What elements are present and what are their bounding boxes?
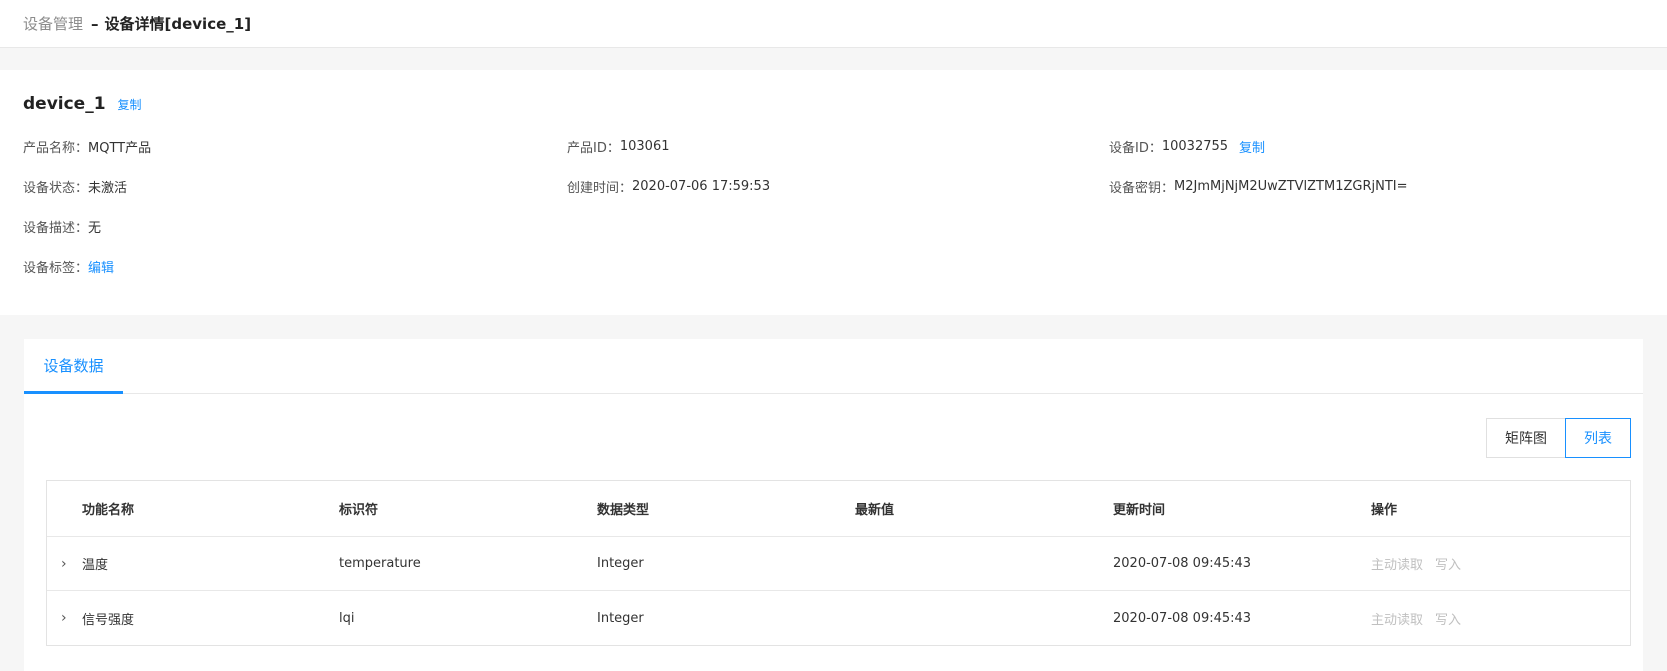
field-label: 产品名称： bbox=[23, 141, 89, 156]
copy-device-name-button[interactable]: 复制 bbox=[118, 96, 142, 113]
field-value: 无 bbox=[88, 221, 102, 236]
tab-device-data[interactable]: 设备数据 bbox=[24, 339, 123, 394]
read-button[interactable]: 主动读取 bbox=[1371, 609, 1423, 628]
cell-actions: 主动读取 写入 bbox=[1371, 554, 1461, 573]
field-value: M2JmMjNjM2UwZTVlZTM1ZGRjNTI= bbox=[1174, 179, 1408, 194]
field-value: 10032755 bbox=[1161, 139, 1229, 154]
field-value: 103061 bbox=[619, 139, 670, 154]
cell-identifier: lqi bbox=[339, 610, 355, 626]
field-device-secret: 设备密钥： M2JmMjNjM2UwZTVlZTM1ZGRjNTI= bbox=[1109, 177, 1408, 196]
write-button[interactable]: 写入 bbox=[1435, 609, 1461, 628]
cell-updated: 2020-07-08 09:45:43 bbox=[1113, 610, 1252, 626]
field-device-id: 设备ID： 10032755 复制 bbox=[1109, 137, 1265, 156]
field-description: 设备描述： 无 bbox=[23, 217, 101, 236]
breadcrumb-root[interactable]: 设备管理 bbox=[23, 13, 83, 34]
field-status: 设备状态： 未激活 bbox=[23, 177, 127, 196]
chevron-right-icon[interactable]: › bbox=[61, 556, 67, 572]
device-data-card: 设备数据 矩阵图 列表 功能名称 标识符 数据类型 最新值 更新时间 操作 › … bbox=[24, 339, 1643, 671]
device-title: device_1 复制 bbox=[23, 94, 142, 114]
copy-device-id-button[interactable]: 复制 bbox=[1239, 137, 1265, 156]
field-created-time: 创建时间： 2020-07-06 17:59:53 bbox=[567, 177, 770, 196]
list-view-button[interactable]: 列表 bbox=[1565, 418, 1631, 458]
cell-type: Integer bbox=[597, 610, 644, 626]
cell-name: 温度 bbox=[82, 558, 109, 573]
field-label: 设备密钥： bbox=[1109, 181, 1175, 196]
field-label: 产品ID： bbox=[567, 141, 620, 156]
table-row: › 温度 temperature Integer 2020-07-08 09:4… bbox=[47, 537, 1630, 591]
device-name: device_1 bbox=[23, 94, 106, 114]
page-header: 设备管理 – 设备详情[device_1] bbox=[0, 0, 1667, 48]
cell-name: 信号强度 bbox=[82, 612, 135, 628]
cell-updated: 2020-07-08 09:45:43 bbox=[1113, 556, 1252, 571]
column-header-name: 功能名称 bbox=[82, 503, 135, 518]
field-tags: 设备标签： 编辑 bbox=[23, 257, 114, 276]
table-row: › 信号强度 lqi Integer 2020-07-08 09:45:43 主… bbox=[47, 591, 1630, 645]
tab-bar: 设备数据 bbox=[24, 339, 1643, 394]
column-header-type: 数据类型 bbox=[597, 503, 650, 518]
breadcrumb-current: 设备详情[device_1] bbox=[104, 15, 252, 33]
write-button[interactable]: 写入 bbox=[1435, 554, 1461, 573]
cell-type: Integer bbox=[597, 556, 644, 571]
cell-actions: 主动读取 写入 bbox=[1371, 609, 1461, 628]
field-label: 创建时间： bbox=[567, 181, 633, 196]
field-product-id: 产品ID： 103061 bbox=[567, 137, 670, 156]
column-header-actions: 操作 bbox=[1371, 503, 1398, 518]
field-label: 设备状态： bbox=[23, 181, 89, 196]
column-header-latest: 最新值 bbox=[855, 503, 895, 518]
table-header-row: 功能名称 标识符 数据类型 最新值 更新时间 操作 bbox=[47, 481, 1630, 537]
field-value: 2020-07-06 17:59:53 bbox=[632, 179, 771, 194]
view-toggle: 矩阵图 列表 bbox=[1486, 418, 1631, 458]
device-data-table: 功能名称 标识符 数据类型 最新值 更新时间 操作 › 温度 temperatu… bbox=[46, 480, 1631, 646]
chevron-right-icon[interactable]: › bbox=[61, 610, 67, 626]
field-label: 设备描述： bbox=[23, 221, 89, 236]
field-label: 设备标签： bbox=[23, 261, 89, 276]
field-value: MQTT产品 bbox=[88, 141, 152, 156]
breadcrumb-separator: – bbox=[91, 14, 99, 33]
field-value: 未激活 bbox=[88, 181, 128, 196]
matrix-view-button[interactable]: 矩阵图 bbox=[1486, 418, 1566, 458]
edit-tags-button[interactable]: 编辑 bbox=[88, 257, 114, 276]
device-info-panel: device_1 复制 产品名称： MQTT产品 产品ID： 103061 设备… bbox=[0, 70, 1667, 315]
column-header-updated: 更新时间 bbox=[1113, 503, 1166, 518]
column-header-identifier: 标识符 bbox=[339, 503, 379, 518]
read-button[interactable]: 主动读取 bbox=[1371, 554, 1423, 573]
field-product-name: 产品名称： MQTT产品 bbox=[23, 137, 151, 156]
field-label: 设备ID： bbox=[1109, 141, 1162, 156]
cell-identifier: temperature bbox=[339, 556, 421, 571]
